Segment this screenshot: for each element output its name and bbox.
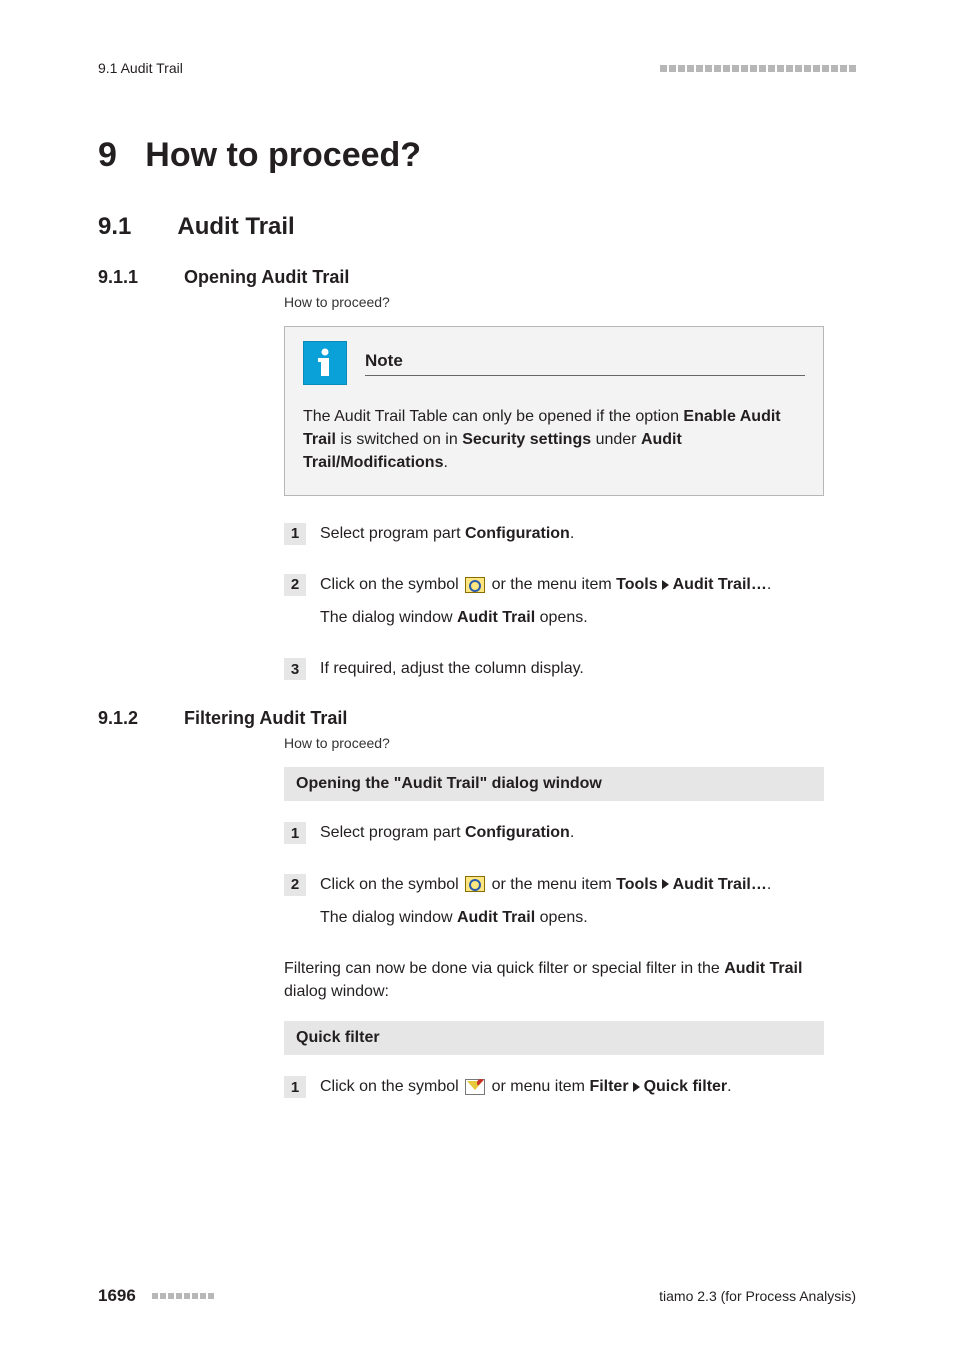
step-text: Click on the symbol <box>320 1078 463 1095</box>
running-head: 9.1 Audit Trail <box>98 60 856 76</box>
step-number: 2 <box>284 874 306 896</box>
step-body: Select program part Configuration. <box>320 821 824 854</box>
audit-trail-icon <box>465 876 485 892</box>
step-item: 3 If required, adjust the column display… <box>284 657 824 690</box>
para-text: dialog window: <box>284 983 389 1000</box>
step-body: Click on the symbol or menu item Filter Q… <box>320 1075 824 1108</box>
step-body: Click on the symbol or the menu item Too… <box>320 873 824 939</box>
step-number: 1 <box>284 523 306 545</box>
step-item: 1 Select program part Configuration. <box>284 821 824 854</box>
step-text: Select program part <box>320 525 465 542</box>
menu-arrow-icon <box>662 580 669 590</box>
step-text: Select program part <box>320 824 465 841</box>
step-text: . <box>727 1078 731 1095</box>
step-text: or the menu item <box>487 876 616 893</box>
step-bold: Configuration <box>465 525 570 542</box>
procedure-crumb: How to proceed? <box>284 294 856 310</box>
note-text: is switched on in <box>336 431 462 448</box>
step-bold: Audit Trail… <box>673 876 767 893</box>
audit-trail-icon <box>465 577 485 593</box>
step-text: opens. <box>535 909 587 926</box>
menu-arrow-icon <box>633 1082 640 1092</box>
step-text: . <box>570 824 574 841</box>
chapter-heading: 9 How to proceed? <box>98 136 856 175</box>
chapter-title: How to proceed? <box>145 136 421 174</box>
paragraph: Filtering can now be done via quick filt… <box>284 957 824 1003</box>
content-911: Note The Audit Trail Table can only be o… <box>284 326 824 690</box>
step-text: opens. <box>535 609 587 626</box>
para-bold: Audit Trail <box>724 960 802 977</box>
step-body: Select program part Configuration. <box>320 522 824 555</box>
note-bold: Security settings <box>462 431 591 448</box>
chapter-number: 9 <box>98 136 117 174</box>
step-text: . <box>767 876 771 893</box>
procedure-crumb: How to proceed? <box>284 735 856 751</box>
step-bold: Filter <box>589 1078 628 1095</box>
step-text: or the menu item <box>487 576 616 593</box>
step-bold: Audit Trail… <box>673 576 767 593</box>
step-text: or menu item <box>487 1078 589 1095</box>
subsection-title: Opening Audit Trail <box>184 267 349 288</box>
step-item: 1 Select program part Configuration. <box>284 522 824 555</box>
step-text: If required, adjust the column display. <box>320 657 824 680</box>
section-heading: 9.1 Audit Trail <box>98 213 856 241</box>
running-head-left: 9.1 Audit Trail <box>98 60 183 76</box>
step-body: Click on the symbol or the menu item Too… <box>320 573 824 639</box>
step-item: 1 Click on the symbol or menu item Filte… <box>284 1075 824 1108</box>
menu-arrow-icon <box>662 879 669 889</box>
subsection-heading: 9.1.1 Opening Audit Trail <box>98 267 856 288</box>
para-text: Filtering can now be done via quick filt… <box>284 960 724 977</box>
section-title: Audit Trail <box>177 213 294 241</box>
step-body: If required, adjust the column display. <box>320 657 824 690</box>
step-number: 1 <box>284 822 306 844</box>
quick-filter-icon <box>465 1079 485 1095</box>
note-text: under <box>591 431 641 448</box>
step-item: 2 Click on the symbol or the menu item T… <box>284 873 824 939</box>
step-text: Click on the symbol <box>320 576 463 593</box>
step-number: 1 <box>284 1076 306 1098</box>
note-title: Note <box>365 351 805 376</box>
step-text: . <box>570 525 574 542</box>
page-footer: 1696 tiamo 2.3 (for Process Analysis) <box>98 1286 856 1306</box>
subsection-title: Filtering Audit Trail <box>184 708 347 729</box>
info-icon <box>303 341 347 385</box>
note-text: . <box>443 454 447 471</box>
subhead-bar: Quick filter <box>284 1021 824 1055</box>
step-bold: Audit Trail <box>457 909 535 926</box>
step-text: The dialog window <box>320 609 457 626</box>
subsection-number: 9.1.1 <box>98 267 138 288</box>
step-number: 2 <box>284 574 306 596</box>
page-number: 1696 <box>98 1286 136 1306</box>
document-page: 9.1 Audit Trail 9 How to proceed? 9.1 Au… <box>0 0 954 1350</box>
step-bold: Quick filter <box>644 1078 728 1095</box>
step-text: The dialog window <box>320 909 457 926</box>
step-text: . <box>767 576 771 593</box>
step-number: 3 <box>284 658 306 680</box>
section-number: 9.1 <box>98 213 131 241</box>
note-text: The Audit Trail Table can only be opened… <box>303 408 683 425</box>
footer-product: tiamo 2.3 (for Process Analysis) <box>659 1288 856 1304</box>
step-bold: Audit Trail <box>457 609 535 626</box>
header-dots-icon <box>660 65 856 72</box>
step-item: 2 Click on the symbol or the menu item T… <box>284 573 824 639</box>
subhead-bar: Opening the "Audit Trail" dialog window <box>284 767 824 801</box>
content-912: Opening the "Audit Trail" dialog window … <box>284 767 824 1108</box>
footer-dots-icon <box>152 1293 214 1299</box>
step-bold: Tools <box>616 576 657 593</box>
subsection-heading: 9.1.2 Filtering Audit Trail <box>98 708 856 729</box>
step-bold: Tools <box>616 876 657 893</box>
step-bold: Configuration <box>465 824 570 841</box>
note-box: Note The Audit Trail Table can only be o… <box>284 326 824 496</box>
note-body: The Audit Trail Table can only be opened… <box>303 405 805 475</box>
note-header: Note <box>303 341 805 385</box>
subsection-number: 9.1.2 <box>98 708 138 729</box>
step-text: Click on the symbol <box>320 876 463 893</box>
